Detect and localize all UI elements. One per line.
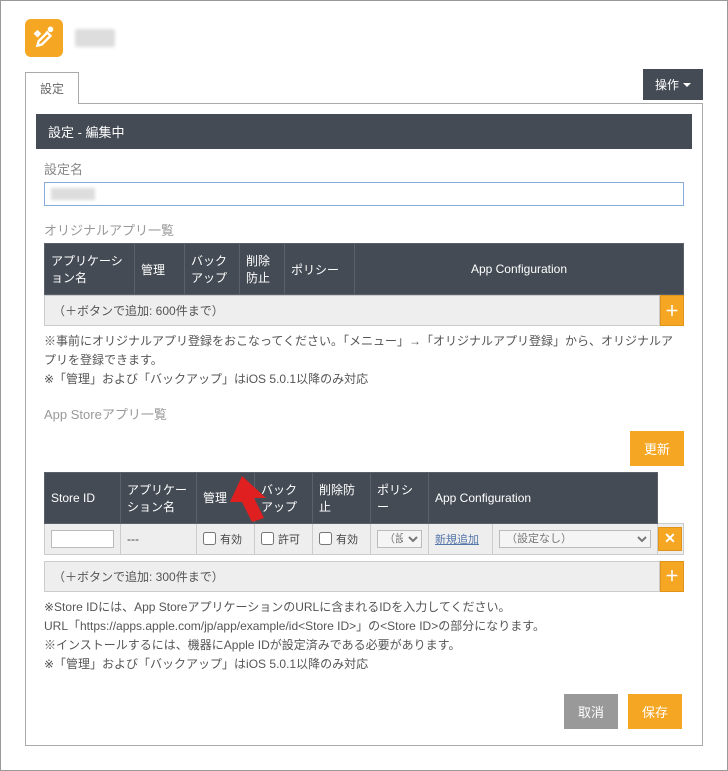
manage-checkbox-wrap[interactable]: 有効	[203, 531, 248, 547]
app-config-select[interactable]: （設定なし）	[499, 530, 651, 548]
backup-checkbox-wrap[interactable]: 許可	[261, 531, 306, 547]
tab-bar: 設定 操作	[25, 69, 703, 104]
setting-name-value-masked	[51, 188, 95, 200]
operations-menu-label: 操作	[655, 76, 679, 93]
app-logo-text	[75, 29, 115, 47]
col-app-config: App Configuration	[355, 244, 684, 295]
col-backup: バックアップ	[255, 472, 313, 523]
appstore-add-row: （＋ボタンで追加: 300件まで） ＋	[44, 561, 684, 592]
table-header-row: Store ID アプリケーション名 管理 バックアップ 削除防止 ポリシー A…	[45, 472, 684, 523]
col-manage: 管理	[197, 472, 255, 523]
col-store-id: Store ID	[45, 472, 121, 523]
update-button[interactable]: 更新	[630, 431, 684, 466]
cancel-button[interactable]: 取消	[564, 694, 618, 729]
prevent-delete-checkbox-label: 有効	[336, 531, 358, 547]
plus-icon: ＋	[665, 566, 679, 586]
setting-name-input[interactable]	[44, 182, 684, 206]
backup-checkbox[interactable]	[261, 532, 274, 545]
app-window: 設定 操作 設定 - 編集中 設定名 オリジナルアプリ一覧 アプリケーション名	[0, 0, 728, 771]
appstore-add-button[interactable]: ＋	[660, 561, 684, 592]
backup-checkbox-label: 許可	[278, 531, 300, 547]
original-apps-add-button[interactable]: ＋	[660, 295, 684, 326]
col-prevent-delete: 削除防止	[240, 244, 285, 295]
appstore-note: ※Store IDには、App StoreアプリケーションのURLに含まれるID…	[44, 598, 684, 675]
original-apps-add-row: （＋ボタンで追加: 600件まで） ＋	[44, 295, 684, 326]
col-prevent-delete: 削除防止	[313, 472, 371, 523]
window-header	[1, 1, 727, 69]
setting-name-label: 設定名	[44, 159, 684, 178]
app-name-cell: ---	[121, 523, 197, 554]
col-policy: ポリシー	[285, 244, 355, 295]
appstore-section-label: App Storeアプリ一覧	[44, 404, 684, 423]
manage-checkbox-label: 有効	[220, 531, 242, 547]
original-apps-table: アプリケーション名 管理 バックアップ 削除防止 ポリシー App Config…	[44, 243, 684, 295]
col-app-config: App Configuration	[429, 472, 658, 523]
appstore-add-hint: （＋ボタンで追加: 300件まで）	[44, 561, 660, 592]
col-app-name: アプリケーション名	[45, 244, 135, 295]
col-backup: バックアップ	[185, 244, 240, 295]
operations-menu-button[interactable]: 操作	[643, 69, 703, 100]
col-policy: ポリシー	[371, 472, 429, 523]
app-logo-icon	[25, 19, 63, 57]
panel-title: 設定 - 編集中	[36, 114, 692, 149]
tab-settings[interactable]: 設定	[25, 72, 79, 104]
original-apps-section-label: オリジナルアプリ一覧	[44, 220, 684, 239]
settings-panel: 設定 - 編集中 設定名 オリジナルアプリ一覧 アプリケーション名 管理 バック…	[25, 103, 703, 746]
table-row: --- 有効 許可	[45, 523, 684, 554]
app-config-add-link[interactable]: 新規追加	[435, 534, 479, 546]
appstore-apps-table: Store ID アプリケーション名 管理 バックアップ 削除防止 ポリシー A…	[44, 472, 684, 555]
manage-checkbox[interactable]	[203, 532, 216, 545]
store-id-input[interactable]	[51, 530, 114, 548]
original-apps-add-hint: （＋ボタンで追加: 600件まで）	[44, 295, 660, 326]
policy-select[interactable]: （設定）	[377, 530, 422, 548]
close-icon: ✕	[664, 530, 676, 547]
col-manage: 管理	[135, 244, 185, 295]
table-header-row: アプリケーション名 管理 バックアップ 削除防止 ポリシー App Config…	[45, 244, 684, 295]
original-apps-note: ※事前にオリジナルアプリ登録をおこなってください。「メニュー」→「オリジナルアプ…	[44, 332, 684, 390]
prevent-delete-checkbox[interactable]	[319, 532, 332, 545]
form-actions: 取消 保存	[44, 694, 684, 729]
row-delete-button[interactable]: ✕	[658, 527, 682, 551]
prevent-delete-checkbox-wrap[interactable]: 有効	[319, 531, 364, 547]
plus-icon: ＋	[665, 301, 679, 321]
save-button[interactable]: 保存	[628, 694, 682, 729]
col-app-name: アプリケーション名	[121, 472, 197, 523]
